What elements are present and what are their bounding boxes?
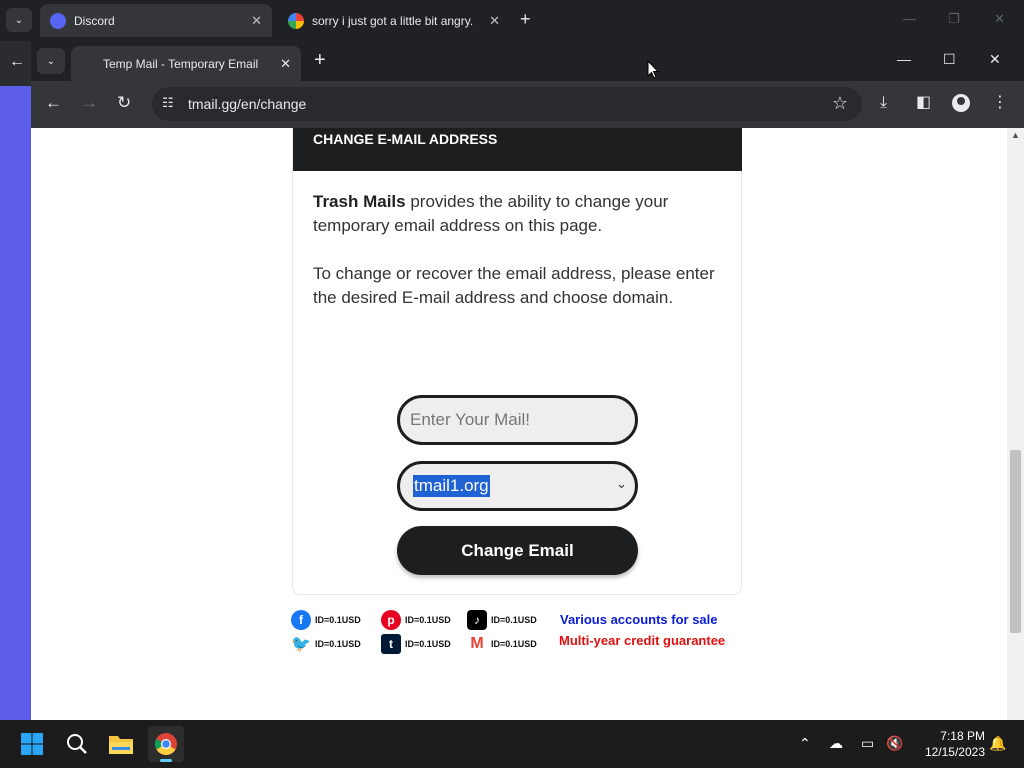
google-icon: [288, 12, 304, 29]
forward-arrow-icon[interactable]: →: [81, 93, 98, 113]
scrollbar-thumb[interactable]: [1010, 450, 1021, 633]
tiktok-icon: ♪: [467, 610, 487, 630]
system-clock[interactable]: 7:18 PM 12/15/2023: [915, 728, 985, 760]
tab-temp-mail[interactable]: Temp Mail - Temporary Email ✕: [71, 46, 301, 81]
clock-time: 7:18 PM: [940, 729, 985, 743]
tumblr-icon: t: [381, 634, 401, 654]
intro-paragraph: Trash Mails provides the ability to chan…: [313, 190, 723, 238]
gmail-icon: M: [470, 635, 484, 652]
active-app-indicator: [160, 759, 172, 762]
change-email-button[interactable]: Change Email: [397, 526, 638, 575]
close-icon[interactable]: ✕: [994, 11, 1005, 27]
facebook-icon: f: [291, 610, 311, 630]
side-panel-icon[interactable]: ◧: [916, 93, 931, 113]
ad-line-1: Various accounts for sale: [560, 612, 718, 627]
ad-price: ID=0.1USD: [315, 615, 361, 625]
minimize-icon[interactable]: —: [897, 51, 911, 67]
ad-line-2: Multi-year credit guarantee: [559, 633, 726, 648]
background-page-edge: [0, 86, 31, 720]
search-button[interactable]: [61, 728, 93, 760]
address-bar[interactable]: ☷ tmail.gg/en/change ☆: [152, 87, 862, 121]
twitter-icon: 🐦: [291, 636, 311, 653]
mouse-cursor-icon: [647, 60, 659, 79]
ad-price: ID=0.1USD: [315, 639, 361, 649]
ad-twitter: 🐦 ID=0.1USD: [291, 634, 361, 654]
domain-selected-value: tmail1.org: [413, 475, 490, 497]
maximize-icon[interactable]: ☐: [943, 51, 956, 68]
ad-tiktok: ♪ ID=0.1USD: [467, 610, 537, 630]
ad-price: ID=0.1USD: [491, 615, 537, 625]
chrome-button[interactable]: [148, 726, 184, 762]
search-icon: [67, 734, 87, 754]
discord-icon: [50, 12, 66, 29]
network-icon[interactable]: ▭: [861, 735, 874, 752]
minimize-icon[interactable]: —: [903, 11, 916, 26]
new-tab-button[interactable]: +: [314, 49, 326, 71]
background-tab-search-button[interactable]: ⌄: [6, 8, 32, 32]
background-tab-title: sorry i just got a little bit angry.: [312, 13, 474, 28]
change-email-card: CHANGE E-MAIL ADDRESS Trash Mails provid…: [292, 128, 742, 595]
download-icon[interactable]: ⤓: [880, 93, 887, 113]
menu-kebab-icon[interactable]: ⋮: [992, 93, 1008, 113]
ad-gmail: M ID=0.1USD: [467, 634, 537, 654]
ad-price: ID=0.1USD: [491, 639, 537, 649]
onedrive-offline-icon[interactable]: ☁: [829, 735, 843, 752]
folder-icon: [109, 736, 133, 754]
profile-icon[interactable]: [952, 94, 970, 112]
background-tab-discord[interactable]: Discord ✕: [40, 4, 272, 37]
taskbar: ⌃ ☁ ▭ 🔇 7:18 PM 12/15/2023 🔔: [0, 720, 1024, 768]
background-new-tab-button[interactable]: +: [520, 9, 531, 30]
brand-name: Trash Mails: [313, 192, 406, 211]
background-tab-google[interactable]: sorry i just got a little bit angry. ✕: [278, 4, 510, 37]
domain-select[interactable]: tmail1.org ⌄: [397, 461, 638, 511]
close-icon[interactable]: ✕: [489, 13, 500, 29]
windows-icon: [21, 733, 43, 755]
clock-date: 12/15/2023: [924, 745, 985, 759]
ad-price: ID=0.1USD: [405, 639, 451, 649]
site-info-icon[interactable]: ☷: [162, 95, 174, 111]
volume-muted-icon[interactable]: 🔇: [886, 735, 903, 752]
close-icon[interactable]: ✕: [280, 56, 291, 72]
scroll-up-arrow-icon[interactable]: ▲: [1011, 130, 1020, 140]
pinterest-icon: p: [381, 610, 401, 630]
browser-toolbar: ← → ↻ ☷ tmail.gg/en/change ☆ ⤓ ◧ ⋮: [31, 81, 1024, 128]
tab-strip: ⌄ Temp Mail - Temporary Email ✕ + — ☐ ✕: [31, 41, 1024, 81]
card-header: CHANGE E-MAIL ADDRESS: [293, 128, 742, 171]
bookmark-star-icon[interactable]: ☆: [832, 93, 848, 114]
vertical-scrollbar[interactable]: ▲: [1007, 128, 1024, 720]
background-tab-strip: ⌄ Discord ✕ sorry i just got a little bi…: [0, 0, 1024, 41]
chrome-icon: [154, 733, 177, 755]
ad-price: ID=0.1USD: [405, 615, 451, 625]
browser-window: ⌄ Temp Mail - Temporary Email ✕ + — ☐ ✕ …: [31, 41, 1024, 720]
tab-title: Temp Mail - Temporary Email: [103, 56, 259, 71]
restore-icon[interactable]: ❐: [948, 11, 960, 27]
reload-icon[interactable]: ↻: [117, 93, 131, 113]
notification-bell-icon[interactable]: 🔔: [989, 735, 1006, 752]
file-explorer-button[interactable]: [105, 728, 137, 760]
instructions-paragraph: To change or recover the email address, …: [313, 264, 715, 307]
tab-search-button[interactable]: ⌄: [37, 48, 65, 74]
close-icon[interactable]: ✕: [989, 51, 1001, 68]
show-hidden-icons-icon[interactable]: ⌃: [799, 735, 811, 752]
back-arrow-icon[interactable]: ←: [45, 93, 62, 113]
chevron-down-icon: ⌄: [616, 476, 627, 491]
ad-facebook: f ID=0.1USD: [291, 610, 361, 630]
email-input[interactable]: [397, 395, 638, 445]
ad-pinterest: p ID=0.1USD: [381, 610, 451, 630]
start-button[interactable]: [16, 728, 48, 760]
ad-banner[interactable]: f ID=0.1USD p ID=0.1USD ♪ ID=0.1USD 🐦 ID…: [289, 608, 759, 658]
ad-tumblr: t ID=0.1USD: [381, 634, 451, 654]
back-arrow-icon[interactable]: ←: [9, 53, 25, 71]
page-viewport: CHANGE E-MAIL ADDRESS Trash Mails provid…: [31, 128, 1024, 720]
background-tab-title: Discord: [74, 13, 115, 28]
url-text[interactable]: tmail.gg/en/change: [188, 96, 306, 112]
close-icon[interactable]: ✕: [251, 13, 262, 29]
